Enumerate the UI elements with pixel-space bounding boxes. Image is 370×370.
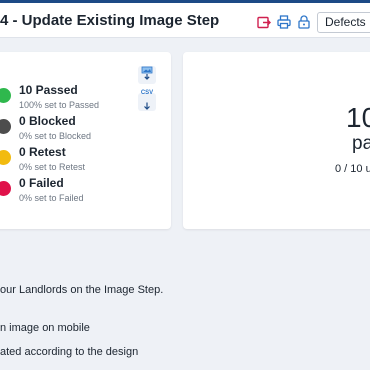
- csv-download-button[interactable]: CSV: [138, 89, 156, 111]
- description-line-2: n image on mobile: [0, 322, 90, 334]
- status-summary-card: 10 Passed 100% set to Passed 0 Blocked 0…: [0, 52, 171, 229]
- status-label: 0 Retest: [19, 145, 66, 159]
- description-line-1: our Landlords on the Image Step.: [0, 284, 164, 296]
- top-header: 4 - Update Existing Image Step Defects: [0, 0, 370, 38]
- defects-label: Defects: [325, 15, 366, 29]
- description-line-3: ated according to the design: [0, 346, 139, 358]
- status-label: 10 Passed: [19, 83, 78, 97]
- passed-count: 10: [346, 102, 370, 133]
- status-sub: 0% set to Failed: [19, 193, 84, 203]
- image-download-button[interactable]: [138, 66, 156, 84]
- blocked-dot: [0, 119, 11, 134]
- page-title: 4 - Update Existing Image Step: [0, 12, 220, 29]
- status-sub: 0% set to Retest: [19, 162, 86, 172]
- defects-dropdown[interactable]: Defects: [317, 12, 370, 33]
- retest-dot: [0, 150, 11, 165]
- status-sub: 100% set to Passed: [19, 100, 100, 110]
- image-download-icon: [141, 66, 153, 85]
- untested-ratio: 0 / 10 ur: [335, 163, 370, 175]
- progress-card: [183, 52, 370, 229]
- failed-dot: [0, 181, 11, 196]
- csv-label: CSV: [140, 89, 154, 96]
- csv-download-icon: [142, 97, 152, 115]
- status-label: 0 Blocked: [19, 114, 76, 128]
- status-label: 0 Failed: [19, 176, 64, 190]
- export-icon[interactable]: [256, 14, 272, 30]
- lock-icon[interactable]: [296, 14, 312, 30]
- passed-label: pa: [352, 133, 370, 154]
- print-icon[interactable]: [276, 14, 292, 30]
- passed-dot: [0, 88, 11, 103]
- status-sub: 0% set to Blocked: [19, 131, 92, 141]
